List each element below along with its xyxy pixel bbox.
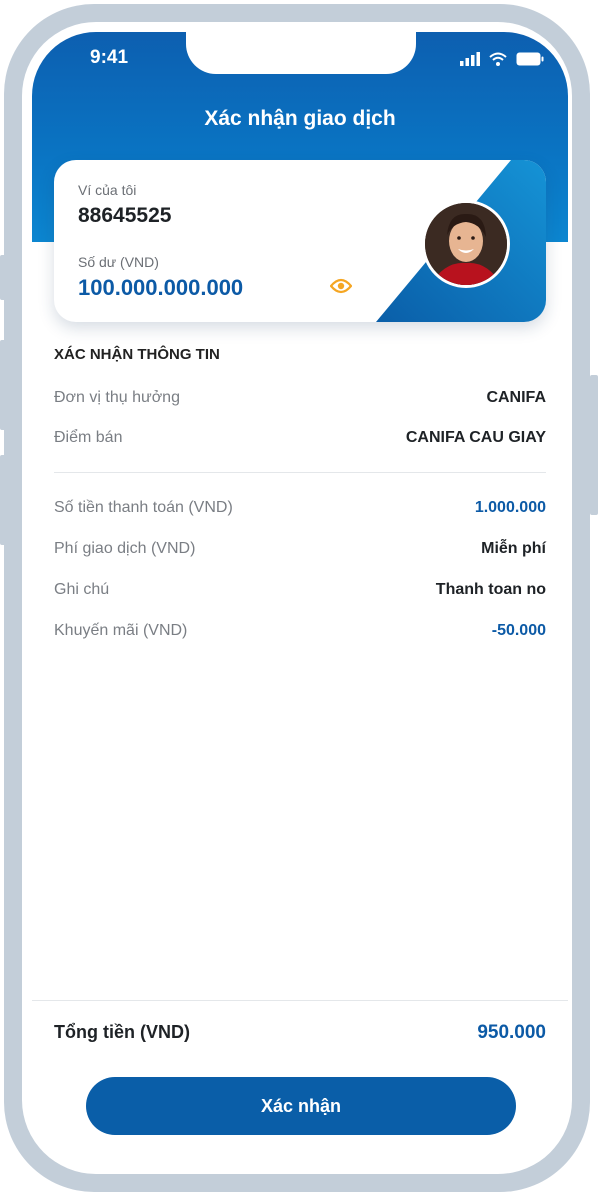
total-value: 950.000 (477, 1022, 546, 1043)
info-row-amount: Số tiền thanh toán (VND) 1.000.000 (54, 499, 546, 521)
balance-value: 100.000.000.000 (78, 275, 244, 300)
wallet-id: 88645525 (78, 204, 172, 227)
total-label: Tổng tiền (VND) (54, 1022, 190, 1042)
section-title: XÁC NHẬN THÔNG TIN (54, 346, 220, 363)
info-row-point-of-sale: Điểm bán CANIFA CAU GIAY (54, 429, 546, 451)
divider (54, 472, 546, 473)
signal-icon (460, 52, 480, 66)
row-value: Miễn phí (481, 540, 546, 557)
footer-divider (32, 1000, 568, 1001)
row-value: 1.000.000 (474, 499, 546, 516)
row-label: Phí giao dịch (VND) (54, 540, 196, 557)
status-time: 9:41 (90, 47, 129, 68)
row-label: Đơn vị thụ hưởng (54, 389, 180, 406)
phone-notch (186, 32, 416, 74)
page-title: Xác nhận giao dịch (204, 107, 396, 130)
row-label: Ghi chú (54, 581, 110, 598)
confirm-button[interactable]: Xác nhận (86, 1077, 516, 1135)
row-value: CANIFA (486, 389, 546, 406)
eye-icon[interactable] (330, 278, 352, 294)
wifi-icon (489, 52, 507, 66)
row-value: Thanh toan no (435, 581, 546, 598)
wallet-card: Ví của tôi 88645525 Số dư (VND) 100.000.… (54, 160, 546, 322)
info-row-fee: Phí giao dịch (VND) Miễn phí (54, 540, 546, 562)
row-label: Điểm bán (54, 429, 123, 446)
row-label: Số tiền thanh toán (VND) (54, 499, 233, 516)
avatar (422, 200, 510, 288)
info-row-note: Ghi chú Thanh toan no (54, 581, 546, 603)
wallet-label: Ví của tôi (78, 182, 137, 198)
info-row-beneficiary: Đơn vị thụ hưởng CANIFA (54, 389, 546, 411)
battery-icon (516, 52, 544, 66)
row-value: CANIFA CAU GIAY (405, 429, 546, 446)
row-value: -50.000 (491, 622, 546, 639)
row-label: Khuyến mãi (VND) (54, 622, 188, 639)
info-row-promotion: Khuyến mãi (VND) -50.000 (54, 622, 546, 644)
phone-side-button (590, 375, 598, 515)
status-icons (460, 50, 544, 66)
app-screen: 9:41 Xác nhận giao dịch Ví của tôi 88645… (32, 32, 568, 1172)
balance-label: Số dư (VND) (78, 254, 159, 270)
